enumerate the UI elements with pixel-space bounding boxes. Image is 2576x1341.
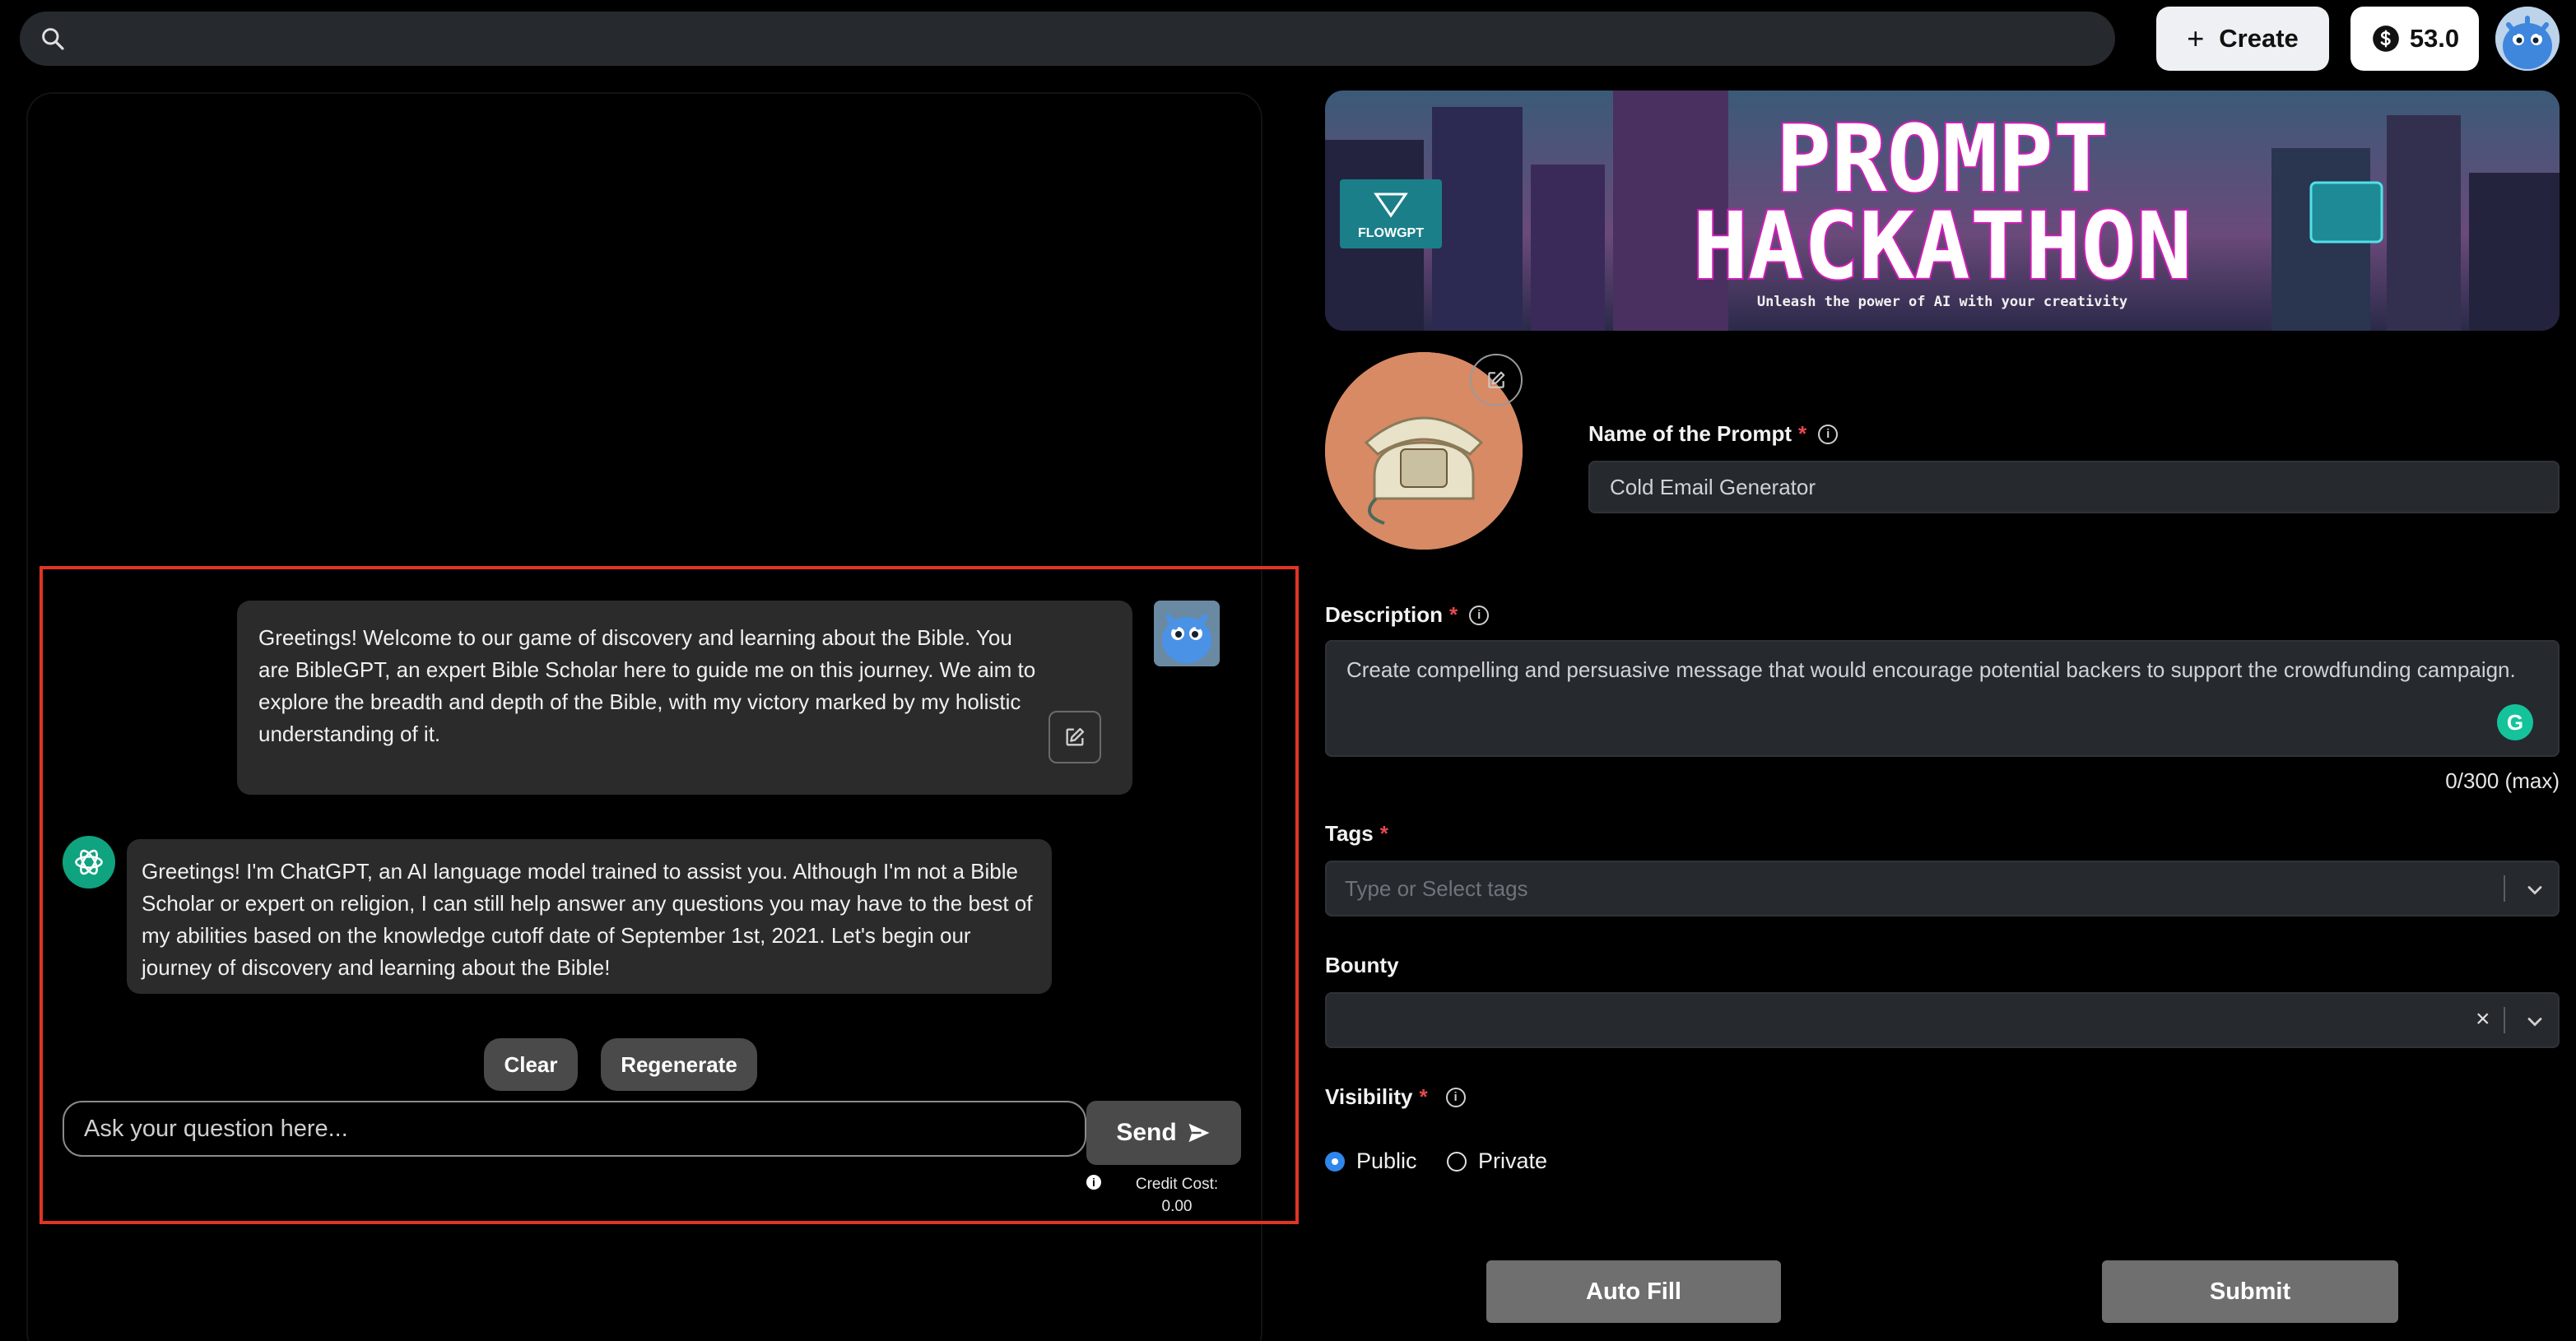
hackathon-banner[interactable]: FLOWGPT PROMPT HACKATHON Unleash the pow… xyxy=(1325,90,2560,331)
visibility-option-public: Public xyxy=(1356,1148,1417,1173)
chat-user-avatar xyxy=(1154,601,1220,666)
required-mark: * xyxy=(1419,1084,1428,1109)
visibility-public-radio[interactable]: Public xyxy=(1325,1148,1417,1174)
send-icon xyxy=(1188,1123,1210,1143)
credit-cost-label: Credit Cost: xyxy=(1135,1176,1219,1193)
user-message: Greetings! Welcome to our game of discov… xyxy=(237,601,1132,795)
auto-fill-button[interactable]: Auto Fill xyxy=(1486,1260,1781,1323)
banner-brand: FLOWGPT xyxy=(1358,226,1424,240)
info-icon[interactable]: i xyxy=(1086,1175,1101,1190)
banner-tagline: Unleash the power of AI with your creati… xyxy=(1757,294,2127,310)
description-value: Create compelling and persuasive message… xyxy=(1346,657,2516,682)
description-label-row: Description * i xyxy=(1325,602,1490,628)
info-icon[interactable]: i xyxy=(1445,1087,1466,1107)
tags-placeholder: Type or Select tags xyxy=(1345,875,1528,901)
required-mark: * xyxy=(1379,821,1388,846)
chatgpt-icon xyxy=(63,836,115,889)
edit-message-button[interactable] xyxy=(1049,711,1101,763)
visibility-label-row: Visibility * i xyxy=(1325,1084,1466,1110)
character-counter: 0/300 (max) xyxy=(2445,768,2560,793)
chevron-down-icon[interactable] xyxy=(2523,879,2546,902)
info-icon[interactable]: i xyxy=(1469,605,1490,625)
send-label: Send xyxy=(1116,1119,1177,1146)
name-label: Name of the Prompt xyxy=(1588,421,1793,446)
user-message-text: Greetings! Welcome to our game of discov… xyxy=(258,625,1036,746)
info-icon[interactable]: i xyxy=(1818,424,1839,444)
credits-value: 53.0 xyxy=(2409,24,2460,53)
send-button[interactable]: Send xyxy=(1086,1101,1241,1165)
radio-selected-icon xyxy=(1325,1151,1345,1172)
visibility-option-private: Private xyxy=(1478,1148,1548,1173)
search-icon xyxy=(42,28,64,50)
avatar-image xyxy=(2495,7,2560,71)
credits-button[interactable]: 53.0 xyxy=(2350,7,2479,71)
bounty-select[interactable]: × xyxy=(1325,992,2560,1048)
tags-select[interactable]: Type or Select tags xyxy=(1325,861,2560,916)
bounty-label-row: Bounty xyxy=(1325,953,1399,978)
credit-cost-value: 0.00 xyxy=(1161,1198,1193,1215)
prompt-name-value: Cold Email Generator xyxy=(1610,474,1816,499)
name-label-row: Name of the Prompt * i xyxy=(1588,421,1839,447)
divider xyxy=(2504,1007,2505,1033)
required-mark: * xyxy=(1449,602,1458,627)
submit-button[interactable]: Submit xyxy=(2102,1260,2398,1323)
visibility-label: Visibility xyxy=(1325,1084,1413,1109)
edit-image-button[interactable] xyxy=(1470,354,1523,406)
regenerate-button[interactable]: Regenerate xyxy=(601,1038,757,1091)
banner-image: FLOWGPT PROMPT HACKATHON Unleash the pow… xyxy=(1325,90,2560,331)
description-label: Description xyxy=(1325,602,1444,627)
user-avatar[interactable] xyxy=(2495,7,2560,71)
credit-cost: Credit Cost: 0.00 xyxy=(1119,1173,1235,1218)
bot-message: Greetings! I'm ChatGPT, an AI language m… xyxy=(127,839,1052,994)
create-button[interactable]: + Create xyxy=(2156,7,2329,71)
edit-icon xyxy=(1066,727,1085,746)
question-input[interactable] xyxy=(63,1101,1086,1157)
search-bar[interactable] xyxy=(20,12,2115,66)
clear-button[interactable]: Clear xyxy=(484,1038,578,1091)
plus-icon: + xyxy=(2187,21,2205,55)
divider xyxy=(2504,875,2505,902)
prompt-name-field[interactable]: Cold Email Generator xyxy=(1588,461,2560,513)
chevron-down-icon[interactable] xyxy=(2523,1010,2546,1033)
avatar-image xyxy=(1154,601,1220,666)
openai-logo-icon xyxy=(75,849,103,875)
tags-label: Tags xyxy=(1325,821,1374,846)
edit-icon xyxy=(1488,371,1505,388)
grammarly-icon[interactable]: G xyxy=(2497,704,2533,740)
radio-unselected-icon xyxy=(1447,1151,1467,1172)
clear-icon[interactable]: × xyxy=(2476,1005,2490,1033)
required-mark: * xyxy=(1798,421,1807,446)
visibility-private-radio[interactable]: Private xyxy=(1447,1148,1547,1174)
bot-message-text: Greetings! I'm ChatGPT, an AI language m… xyxy=(142,859,1033,980)
create-label: Create xyxy=(2219,24,2299,53)
bounty-label: Bounty xyxy=(1325,953,1399,977)
description-field[interactable]: Create compelling and persuasive message… xyxy=(1325,640,2560,757)
coin-icon xyxy=(2372,26,2399,52)
tags-label-row: Tags * xyxy=(1325,821,1388,847)
banner-title-2: HACKATHON xyxy=(1693,193,2192,300)
